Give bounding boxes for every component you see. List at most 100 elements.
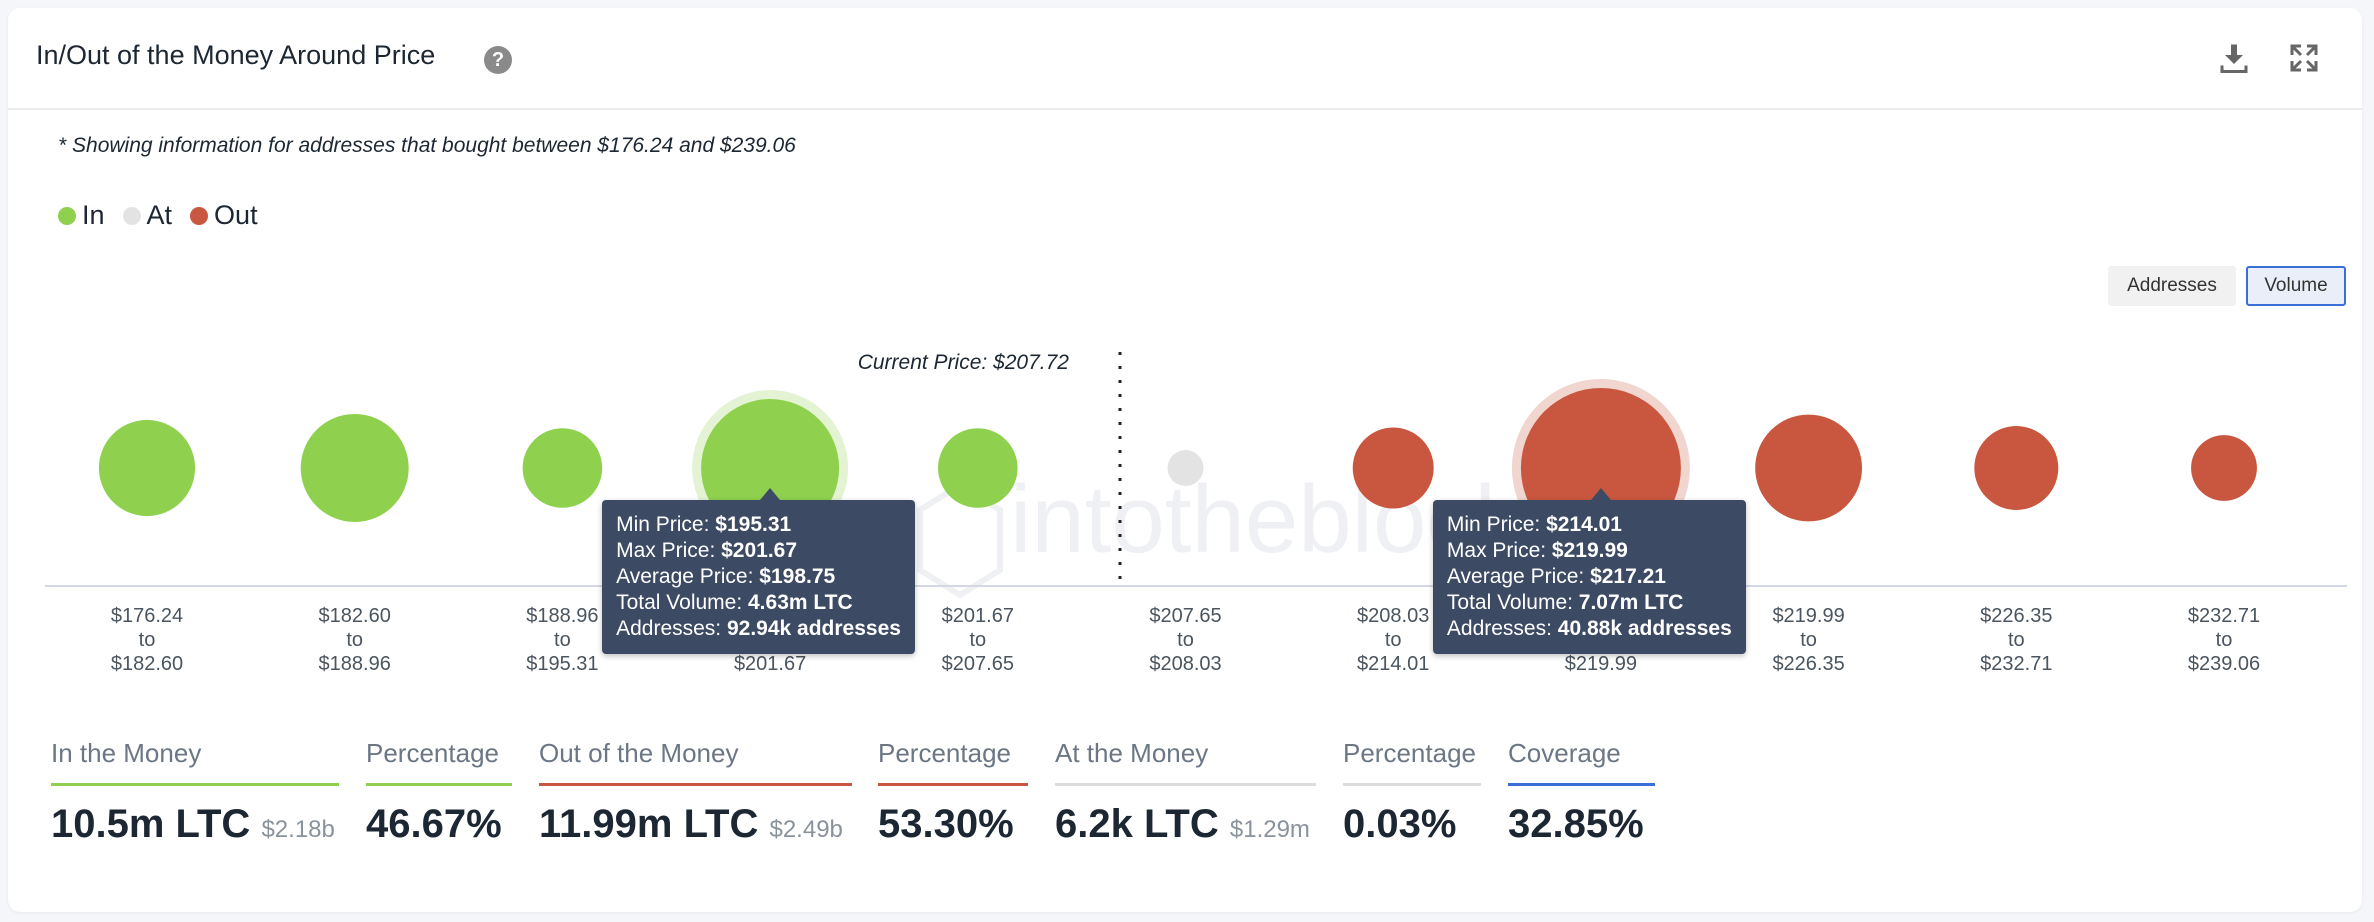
tooltip-row: Max Price: $219.99 (1447, 538, 1732, 564)
stat-label: At the Money (1055, 738, 1209, 768)
stat-underline (366, 783, 512, 786)
stat-value: 6.2k LTC (1055, 802, 1219, 846)
tooltip-row: Average Price: $217.21 (1447, 564, 1732, 590)
x-tick-label: $208.03 (1149, 653, 1221, 675)
tooltip-value: $201.67 (721, 539, 798, 562)
bubble-tooltip: Min Price: $195.31 Max Price: $201.67 Aver… (602, 488, 915, 654)
x-tick-label: $201.67 (734, 653, 806, 675)
stat-value: 46.67% (366, 802, 502, 846)
bubble-out[interactable] (1352, 427, 1434, 509)
x-tick-label: $226.35 (1980, 605, 2052, 627)
stat-value-row: 53.30% (878, 802, 1028, 847)
x-tick-label: $188.96 (319, 653, 391, 675)
x-tick-label: $182.60 (111, 653, 183, 675)
stat-usd-value: $2.49b (769, 816, 843, 843)
stat-underline (539, 783, 852, 786)
stat-label: Percentage (1343, 738, 1476, 768)
stat-label: Percentage (366, 738, 499, 768)
tooltip-value: $219.99 (1551, 539, 1628, 562)
x-tick-label: to (139, 629, 156, 651)
stat-value-row: 46.67% (366, 802, 512, 847)
bubble-in[interactable] (300, 413, 409, 523)
bubble-in[interactable] (98, 419, 196, 517)
tooltip-value: $217.21 (1590, 565, 1666, 588)
stat-label: Percentage (878, 738, 1011, 768)
x-tick-label: to (1385, 629, 1402, 651)
stat-value-row: 11.99m LTC $2.49b (539, 802, 852, 847)
stat-value-row: 32.85% (1508, 802, 1655, 847)
x-tick-label: $188.96 (526, 605, 598, 627)
x-tick-label: to (554, 629, 571, 651)
bubble-at[interactable] (1167, 450, 1204, 486)
tooltip-key: Total Volume: (616, 591, 748, 614)
stat-value-row: 10.5m LTC $2.18b (51, 802, 339, 847)
tooltip-key: Addresses: (1446, 617, 1558, 640)
tooltip-key: Max Price: (616, 539, 722, 562)
x-tick-label: $176.24 (111, 605, 183, 627)
tooltip-value: 40.88k addresses (1557, 617, 1732, 640)
tooltip-key: Average Price: (1446, 565, 1591, 588)
tooltip-row: Min Price: $195.31 (616, 512, 901, 538)
bubble-in[interactable] (522, 428, 603, 508)
x-tick-label: $207.65 (942, 653, 1014, 675)
x-tick-label: to (1800, 629, 1817, 651)
tooltip-value: $214.01 (1546, 513, 1622, 536)
stat-at-the-money: At the Money 6.2k LTC $1.29m (1055, 738, 1316, 847)
x-tick-label: to (1177, 629, 1194, 651)
stat-underline (1055, 783, 1316, 786)
stat-label: In the Money (51, 738, 202, 768)
stat-value: 53.30% (878, 802, 1014, 846)
bubble-in[interactable] (938, 428, 1018, 508)
tooltip-row: Max Price: $201.67 (616, 538, 901, 564)
stat-value: 0.03% (1343, 802, 1457, 846)
current-price-label: Current Price: $207.72 (858, 351, 1070, 374)
stat-value-row: 6.2k LTC $1.29m (1055, 802, 1316, 847)
stat-coverage: Coverage 32.85% (1508, 738, 1655, 847)
x-tick-label: $182.60 (319, 605, 391, 627)
tooltip-value: $195.31 (715, 513, 792, 536)
stat-value: 32.85% (1508, 802, 1644, 846)
stat-label: Out of the Money (539, 738, 739, 768)
stat-value-row: 0.03% (1343, 802, 1481, 847)
bubble-out[interactable] (1974, 426, 2059, 510)
x-tick-label: $201.67 (942, 605, 1014, 627)
tooltip-key: Min Price: (616, 513, 716, 536)
x-tick-label: to (969, 629, 986, 651)
x-tick-label: $214.01 (1357, 653, 1429, 675)
tooltip-key: Max Price: (1446, 539, 1552, 562)
x-tick-label: $232.71 (2188, 605, 2260, 627)
stat-out-of-the-money: Out of the Money 11.99m LTC $2.49b (539, 738, 852, 847)
tooltip-row: Addresses: 92.94k addresses (616, 616, 901, 642)
tooltip-row: Total Volume: 4.63m LTC (616, 590, 901, 616)
bubble-out[interactable] (1755, 414, 1863, 522)
x-tick-label: $219.99 (1772, 605, 1844, 627)
stat-percentage: Percentage 53.30% (878, 738, 1028, 847)
stat-usd-value: $2.18b (261, 816, 335, 843)
stat-label: Coverage (1508, 738, 1621, 768)
tooltip-value: 7.07m LTC (1578, 591, 1684, 614)
stat-percentage: Percentage 46.67% (366, 738, 512, 847)
x-tick-label: $219.99 (1565, 653, 1637, 675)
tooltip-key: Total Volume: (1446, 591, 1579, 614)
x-tick-label: to (2008, 629, 2025, 651)
tooltip-row: Average Price: $198.75 (616, 564, 901, 590)
tooltip-key: Addresses: (616, 617, 727, 640)
tooltip-value: 92.94k addresses (726, 617, 901, 640)
x-tick-label: to (2216, 629, 2233, 651)
stat-value: 10.5m LTC (51, 802, 251, 846)
stat-in-the-money: In the Money 10.5m LTC $2.18b (51, 738, 339, 847)
bubble-out[interactable] (2191, 435, 2257, 501)
tooltip-row: Min Price: $214.01 (1447, 512, 1732, 538)
bubble-tooltip: Min Price: $214.01 Max Price: $219.99 Aver… (1432, 488, 1746, 654)
stat-underline (878, 783, 1028, 786)
x-tick-label: $232.71 (1980, 653, 2052, 675)
stat-usd-value: $1.29m (1229, 816, 1310, 843)
tooltip-row: Total Volume: 7.07m LTC (1447, 590, 1732, 616)
x-tick-label: $207.65 (1149, 605, 1221, 627)
stat-underline (1343, 783, 1481, 786)
tooltip-row: Addresses: 40.88k addresses (1447, 616, 1732, 642)
stat-value: 11.99m LTC (539, 802, 759, 846)
x-tick-label: to (346, 629, 363, 651)
x-tick-label: $226.35 (1772, 653, 1844, 675)
tooltip-key: Min Price: (1446, 513, 1547, 536)
